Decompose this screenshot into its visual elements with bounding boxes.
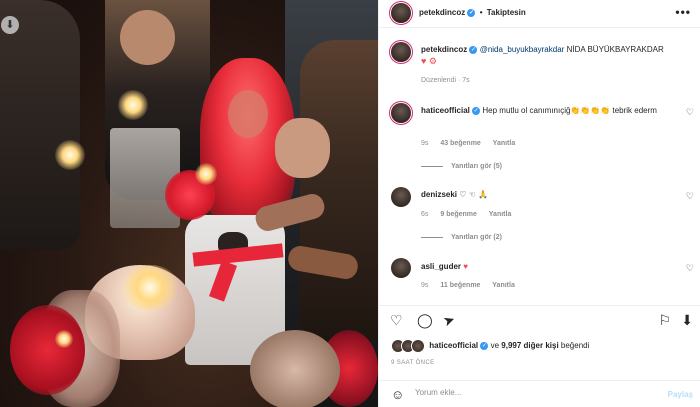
verified-badge-icon: ✓	[480, 342, 489, 350]
heart-icon[interactable]: ♡	[390, 313, 403, 327]
avatar[interactable]	[391, 42, 411, 62]
comment-icon[interactable]: ◯	[417, 313, 433, 327]
comment-username[interactable]: denizseki	[421, 190, 457, 199]
caption-emoji: ♥ ⚙	[421, 56, 437, 66]
action-bar: ♡ ◯ ➤ ⚐ ⬇	[379, 305, 700, 335]
comment-meta: 9s 43 beğenme Yanıtla	[421, 140, 525, 147]
liker-avatars	[391, 339, 427, 353]
mention-link[interactable]: @nida_buyukbayrakdar	[480, 45, 565, 54]
view-replies-button[interactable]: Yanıtları gör (5)	[421, 163, 502, 170]
comment-text: haticeofficial ✓ Hep mutlu ol canımınıçi…	[421, 105, 666, 116]
photo-hand	[275, 118, 330, 178]
caption-username[interactable]: petekdincoz	[421, 45, 467, 54]
ellipsis-icon[interactable]: •••	[675, 5, 691, 19]
comment-body: ♡ ☜ 🙏	[459, 190, 488, 199]
photo-candle	[55, 140, 85, 170]
caption-body: NİDA BÜYÜKBAYRAKDAR	[566, 45, 664, 54]
caption-text: petekdincoz ✓ @nida_buyukbayrakdar NİDA …	[421, 44, 691, 56]
photo-guest-face	[120, 10, 175, 65]
comment-input[interactable]	[415, 388, 645, 397]
add-comment-bar: ☺ Paylaş	[379, 380, 700, 407]
comment-body: Hep mutlu ol canımınıçiğ👏👏👏👏 tebrik eder…	[482, 106, 657, 115]
comment-username[interactable]: haticeofficial	[421, 106, 470, 115]
avatar[interactable]	[391, 3, 411, 23]
heart-icon[interactable]: ♡	[686, 263, 694, 274]
photo-guest-right	[300, 40, 378, 340]
comment-likes[interactable]: 11 beğenme	[440, 282, 480, 289]
photo-candle	[195, 163, 217, 185]
reply-button[interactable]: Yanıtla	[493, 140, 516, 147]
comment-username[interactable]: asli_guder	[421, 262, 461, 271]
photo-candle	[55, 330, 73, 348]
divider	[421, 165, 443, 167]
view-replies-button[interactable]: Yanıtları gör (2)	[421, 234, 502, 241]
bookmark-icon[interactable]: ⚐	[658, 313, 671, 327]
verified-badge-icon: ✓	[469, 45, 478, 54]
post-side-panel: petekdincoz ✓ • Takiptesin ••• petekdinc…	[378, 0, 700, 407]
post-author: petekdincoz ✓ • Takiptesin	[419, 8, 526, 17]
download-arrow-icon[interactable]: ⬇	[1, 16, 19, 34]
caption-edited-time: Düzenlendi · 7s	[421, 77, 470, 84]
avatar[interactable]	[391, 258, 411, 278]
comment-time: 9s	[421, 282, 429, 289]
comment-meta: 6s 9 beğenme Yanıtla	[421, 211, 521, 218]
comment-meta: 9s 11 beğenme Yanıtla	[421, 282, 525, 289]
comment-text: asli_guder ♥	[421, 261, 666, 272]
photo-table	[110, 128, 180, 228]
photo-guest-left	[0, 0, 80, 250]
likes-connector: ve	[490, 341, 500, 351]
heart-icon[interactable]: ♡	[686, 107, 694, 118]
reply-button[interactable]: Yanıtla	[489, 211, 512, 218]
post-photo[interactable]: ⬇	[0, 0, 378, 407]
liker-username[interactable]: haticeofficial	[429, 341, 478, 350]
comment-text: denizseki ♡ ☜ 🙏	[421, 189, 666, 200]
download-icon[interactable]: ⬇	[681, 313, 693, 327]
likes-suffix: beğendi	[560, 341, 590, 351]
comment-time: 6s	[421, 211, 429, 218]
post-comment-button[interactable]: Paylaş	[668, 390, 693, 399]
post-header: petekdincoz ✓ • Takiptesin •••	[379, 0, 700, 28]
comment-time: 9s	[421, 140, 429, 147]
username-link[interactable]: petekdincoz	[419, 8, 465, 17]
comment-likes[interactable]: 9 beğenme	[440, 211, 477, 218]
post-timestamp: 9 SAAT ÖNCE	[391, 360, 435, 366]
smile-icon[interactable]: ☺	[391, 387, 404, 402]
heart-icon[interactable]: ♡	[686, 191, 694, 202]
avatar	[411, 339, 425, 353]
avatar[interactable]	[391, 103, 411, 123]
likes-count[interactable]: 9,997 diğer kişi	[501, 341, 558, 350]
photo-cake-candle	[120, 265, 180, 310]
photo-hand-front	[250, 330, 340, 407]
comment-body: ♥	[463, 262, 468, 271]
following-button[interactable]: Takiptesin	[487, 8, 526, 17]
reply-button[interactable]: Yanıtla	[492, 282, 515, 289]
comment-likes[interactable]: 43 beğenme	[440, 140, 480, 147]
verified-badge-icon: ✓	[472, 106, 481, 115]
photo-red-fluff	[10, 305, 85, 395]
separator-dot: •	[479, 8, 483, 17]
divider	[421, 236, 443, 238]
photo-candle	[118, 90, 148, 120]
verified-badge-icon: ✓	[467, 8, 476, 17]
share-icon[interactable]: ➤	[441, 310, 457, 329]
avatar[interactable]	[391, 187, 411, 207]
likes-summary: haticeofficial ✓ ve 9,997 diğer kişi beğ…	[391, 339, 589, 353]
photo-bride-face	[228, 90, 268, 138]
